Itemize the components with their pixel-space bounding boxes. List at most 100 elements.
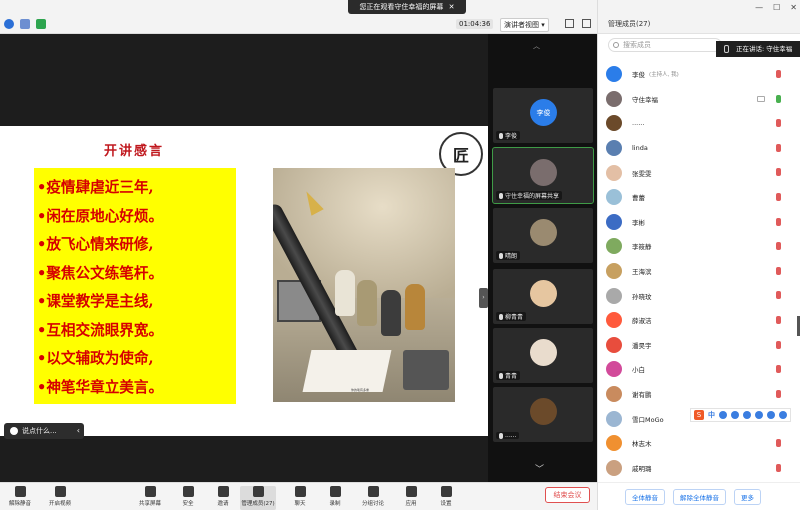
poem-line: •课堂教学是主线, [37,293,154,310]
layout-icon[interactable] [565,19,574,28]
panel-footer: 全体静音 解除全体静音 更多 [598,482,800,510]
sogou-logo-icon[interactable]: S [694,410,704,420]
members-icon [252,486,264,497]
video-tile[interactable]: ...... [493,387,593,442]
poem-line: •放飞心情来研修, [37,236,154,253]
participant-row[interactable]: 小白 [598,357,800,382]
chevron-up-icon[interactable]: ︿ [533,41,540,51]
participant-role: (主持人, 我) [649,72,679,79]
microphone-muted-icon[interactable] [776,438,781,447]
minimize-icon[interactable]: — [755,3,763,12]
settings-button[interactable]: 设置 [428,486,464,510]
participant-row[interactable]: 李俊 (主持人, 我) [598,62,800,87]
close-icon[interactable]: ✕ [449,3,455,11]
participant-name: 李彬 [632,218,645,227]
avatar [530,159,557,186]
microphone-muted-icon[interactable] [776,463,781,472]
participant-row[interactable]: 戚明璐 [598,456,800,481]
microphone-muted-icon[interactable] [776,315,781,324]
maximize-icon[interactable]: ☐ [773,3,780,12]
tile-name: 晴朗 [505,253,518,260]
apps-button[interactable]: 应用 [393,486,429,510]
ime-emoji-icon[interactable] [731,411,739,419]
video-tile[interactable]: 青青 [493,328,593,383]
camera-icon[interactable] [757,95,765,102]
start-video-button[interactable]: 开启视频 [42,486,78,510]
breakout-rooms-button[interactable]: 分组讨论 [355,486,391,510]
tile-name: 守住幸福的屏幕共享 [505,193,560,200]
participant-name: 王海滨 [632,268,652,277]
view-mode-button[interactable]: 演讲者视图 ▾ [500,18,549,32]
tile-name-badge: ...... [496,432,520,439]
participant-row[interactable]: 王海滨 [598,259,800,284]
unmute-button[interactable]: 解除静音 [2,486,38,510]
participant-row[interactable]: 张雯雯 [598,160,800,185]
avatar [606,435,622,452]
shield-icon[interactable] [20,19,30,29]
security-button[interactable]: 安全 [170,486,206,510]
participant-row[interactable]: 谢有鹏 [598,382,800,407]
video-tile[interactable]: 晴朗 [493,208,593,263]
bottom-toolbar: 解除静音 开启视频 共享屏幕 安全 邀请 管理成员(27) 聊天 录制 分组讨论 应用 设置 [0,482,597,510]
info-icon[interactable] [4,19,14,29]
participant-row[interactable]: 薛淑洁 [598,308,800,333]
microphone-icon[interactable] [776,94,781,103]
speaking-indicator: 正在讲话: 守住幸福 [716,41,800,57]
top-left-icons [4,19,46,29]
microphone-muted-icon[interactable] [776,143,781,152]
chevron-left-icon[interactable]: ‹ [77,423,80,439]
participant-row[interactable]: 李筱静 [598,234,800,259]
mute-all-button[interactable]: 全体静音 [625,488,665,505]
microphone-muted-icon[interactable] [776,242,781,251]
participant-row[interactable]: 守住幸福 [598,87,800,112]
microphone-muted-icon[interactable] [776,217,781,226]
participant-row[interactable]: 潘昊宇 [598,333,800,358]
microphone-muted-icon[interactable] [776,70,781,78]
avatar [606,361,622,378]
microphone-muted-icon[interactable] [776,266,781,275]
ime-keyboard-icon[interactable] [755,411,763,419]
video-tile[interactable]: 守住幸福的屏幕共享 [492,147,594,204]
participant-row[interactable]: 李彬 [598,210,800,235]
signal-icon[interactable] [36,19,46,29]
ime-skin-icon[interactable] [767,411,775,419]
meeting-window: 您正在观看守住幸福的屏幕 ✕ 01:04:36 演讲者视图 ▾ 开讲感言 匠 •… [0,0,800,510]
microphone-muted-icon[interactable] [776,192,781,201]
participant-row[interactable]: 林志木 [598,431,800,456]
toolbar-label: 安全 [182,501,194,507]
members-panel: 管理成员(27) — ☐ ✕ 搜索成员 李俊 (主持人, 我) 守住幸福......… [597,0,800,510]
video-tile[interactable]: 李俊 李俊 [493,88,593,143]
participant-name: 雪口MoGo [632,415,664,424]
microphone-muted-icon[interactable] [776,291,781,300]
chat-input-bubble[interactable]: 说点什么... ‹ [4,423,84,439]
ime-punct-icon[interactable] [719,411,727,419]
participant-row[interactable]: linda [598,136,800,161]
more-button[interactable]: 更多 [734,488,761,505]
member-search-input[interactable]: 搜索成员 [608,38,722,52]
microphone-muted-icon[interactable] [776,340,781,349]
panel-header: 管理成员(27) — ☐ ✕ [598,0,800,34]
microphone-icon [499,432,503,439]
chat-button[interactable]: 聊天 [282,486,318,510]
ime-tools-icon[interactable] [779,411,787,419]
record-button[interactable]: 录制 [317,486,353,510]
ime-mode-label[interactable]: 中 [708,410,715,420]
invite-button[interactable]: 邀请 [205,486,241,510]
fullscreen-icon[interactable] [582,19,591,28]
video-tile[interactable]: 柳青青 [493,269,593,324]
end-meeting-button[interactable]: 结束会议 [545,487,590,503]
microphone-muted-icon[interactable] [776,365,781,374]
manage-members-button[interactable]: 管理成员(27) [240,486,276,510]
share-screen-button[interactable]: 共享屏幕 [132,486,168,510]
participant-row[interactable]: 孙晓玟 [598,283,800,308]
microphone-muted-icon[interactable] [776,168,781,177]
chevron-down-icon[interactable]: ﹀ [535,462,544,475]
participant-row[interactable]: ...... [598,111,800,136]
microphone-muted-icon[interactable] [776,119,781,128]
microphone-muted-icon[interactable] [776,389,781,398]
collapse-strip-handle[interactable]: › [479,288,488,308]
ime-voice-icon[interactable] [743,411,751,419]
close-icon[interactable]: ✕ [790,3,797,12]
participant-row[interactable]: 曹蕾 [598,185,800,210]
unmute-all-button[interactable]: 解除全体静音 [673,488,726,505]
